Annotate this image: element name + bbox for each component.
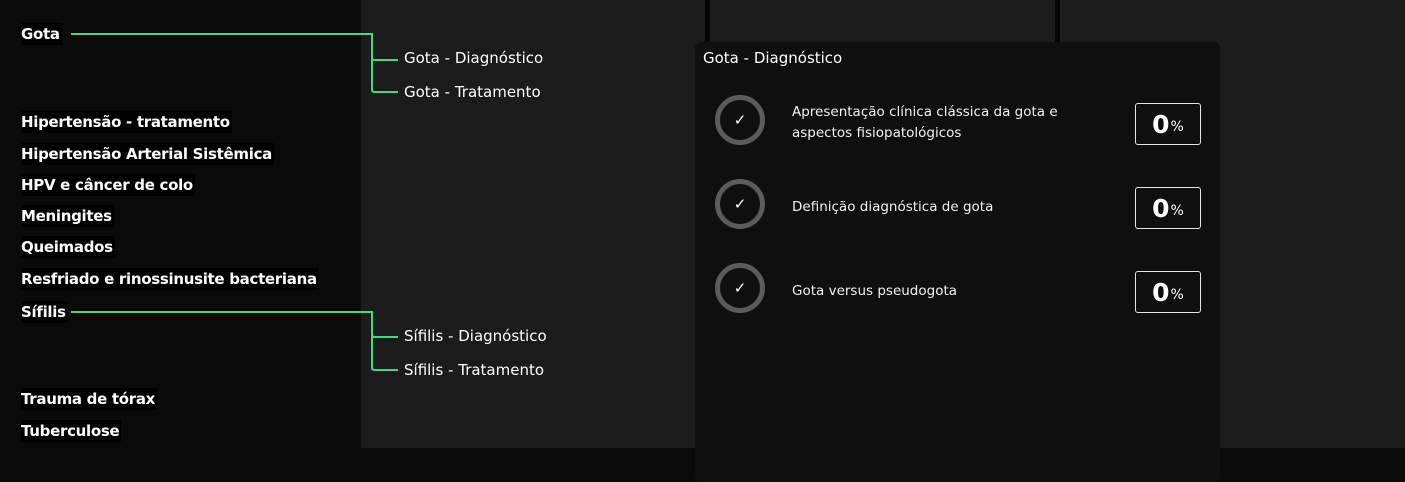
percent-symbol: % [1170, 287, 1184, 303]
progress-ring[interactable]: ✓ [715, 95, 765, 145]
progress-item: ✓ Apresentação clínica clássica da gota … [715, 95, 1203, 159]
progress-ring[interactable]: ✓ [715, 179, 765, 229]
topic-resfriado[interactable]: Resfriado e rinossinusite bacteriana [21, 268, 319, 290]
item-label: Apresentação clínica clássica da gota e … [792, 104, 1058, 141]
subtopic-gota-diagnostico[interactable]: Gota - Diagnóstico [404, 48, 543, 68]
progress-ring[interactable]: ✓ [715, 263, 765, 313]
subtopic-sifilis-tratamento[interactable]: Sífilis - Tratamento [404, 360, 544, 380]
card-title: Gota - Diagnóstico [703, 49, 843, 67]
percent-box: 0% [1135, 271, 1201, 313]
percent-symbol: % [1170, 119, 1184, 135]
check-icon: ✓ [733, 111, 747, 129]
subtopic-sifilis-diagnostico[interactable]: Sífilis - Diagnóstico [404, 326, 547, 346]
topic-trauma-torax[interactable]: Trauma de tórax [21, 388, 158, 410]
percent-value: 0 [1152, 277, 1170, 307]
progress-item: ✓ Gota versus pseudogota 0% [715, 263, 1203, 327]
topic-hpv-cancer-colo[interactable]: HPV e câncer de colo [21, 174, 195, 196]
percent-box: 0% [1135, 103, 1201, 145]
percent-symbol: % [1170, 203, 1184, 219]
check-icon: ✓ [733, 195, 747, 213]
topic-gota[interactable]: Gota [21, 23, 62, 45]
topic-queimados[interactable]: Queimados [21, 236, 115, 258]
percent-box: 0% [1135, 187, 1201, 229]
percent-value: 0 [1152, 109, 1170, 139]
subtopic-gota-tratamento[interactable]: Gota - Tratamento [404, 82, 541, 102]
topic-meningites[interactable]: Meningites [21, 205, 114, 227]
topic-tuberculose[interactable]: Tuberculose [21, 420, 122, 442]
detail-card: Gota - Diagnóstico ✓ Apresentação clínic… [695, 42, 1220, 482]
topic-hipertensao-tratamento[interactable]: Hipertensão - tratamento [21, 111, 232, 133]
item-label: Definição diagnóstica de gota [792, 199, 994, 215]
progress-item: ✓ Definição diagnóstica de gota 0% [715, 179, 1203, 243]
topic-hipertensao-arterial-sistemica[interactable]: Hipertensão Arterial Sistêmica [21, 143, 274, 165]
item-label: Gota versus pseudogota [792, 283, 958, 299]
check-icon: ✓ [733, 279, 747, 297]
percent-value: 0 [1152, 193, 1170, 223]
topic-sifilis[interactable]: Sífilis [21, 301, 68, 323]
